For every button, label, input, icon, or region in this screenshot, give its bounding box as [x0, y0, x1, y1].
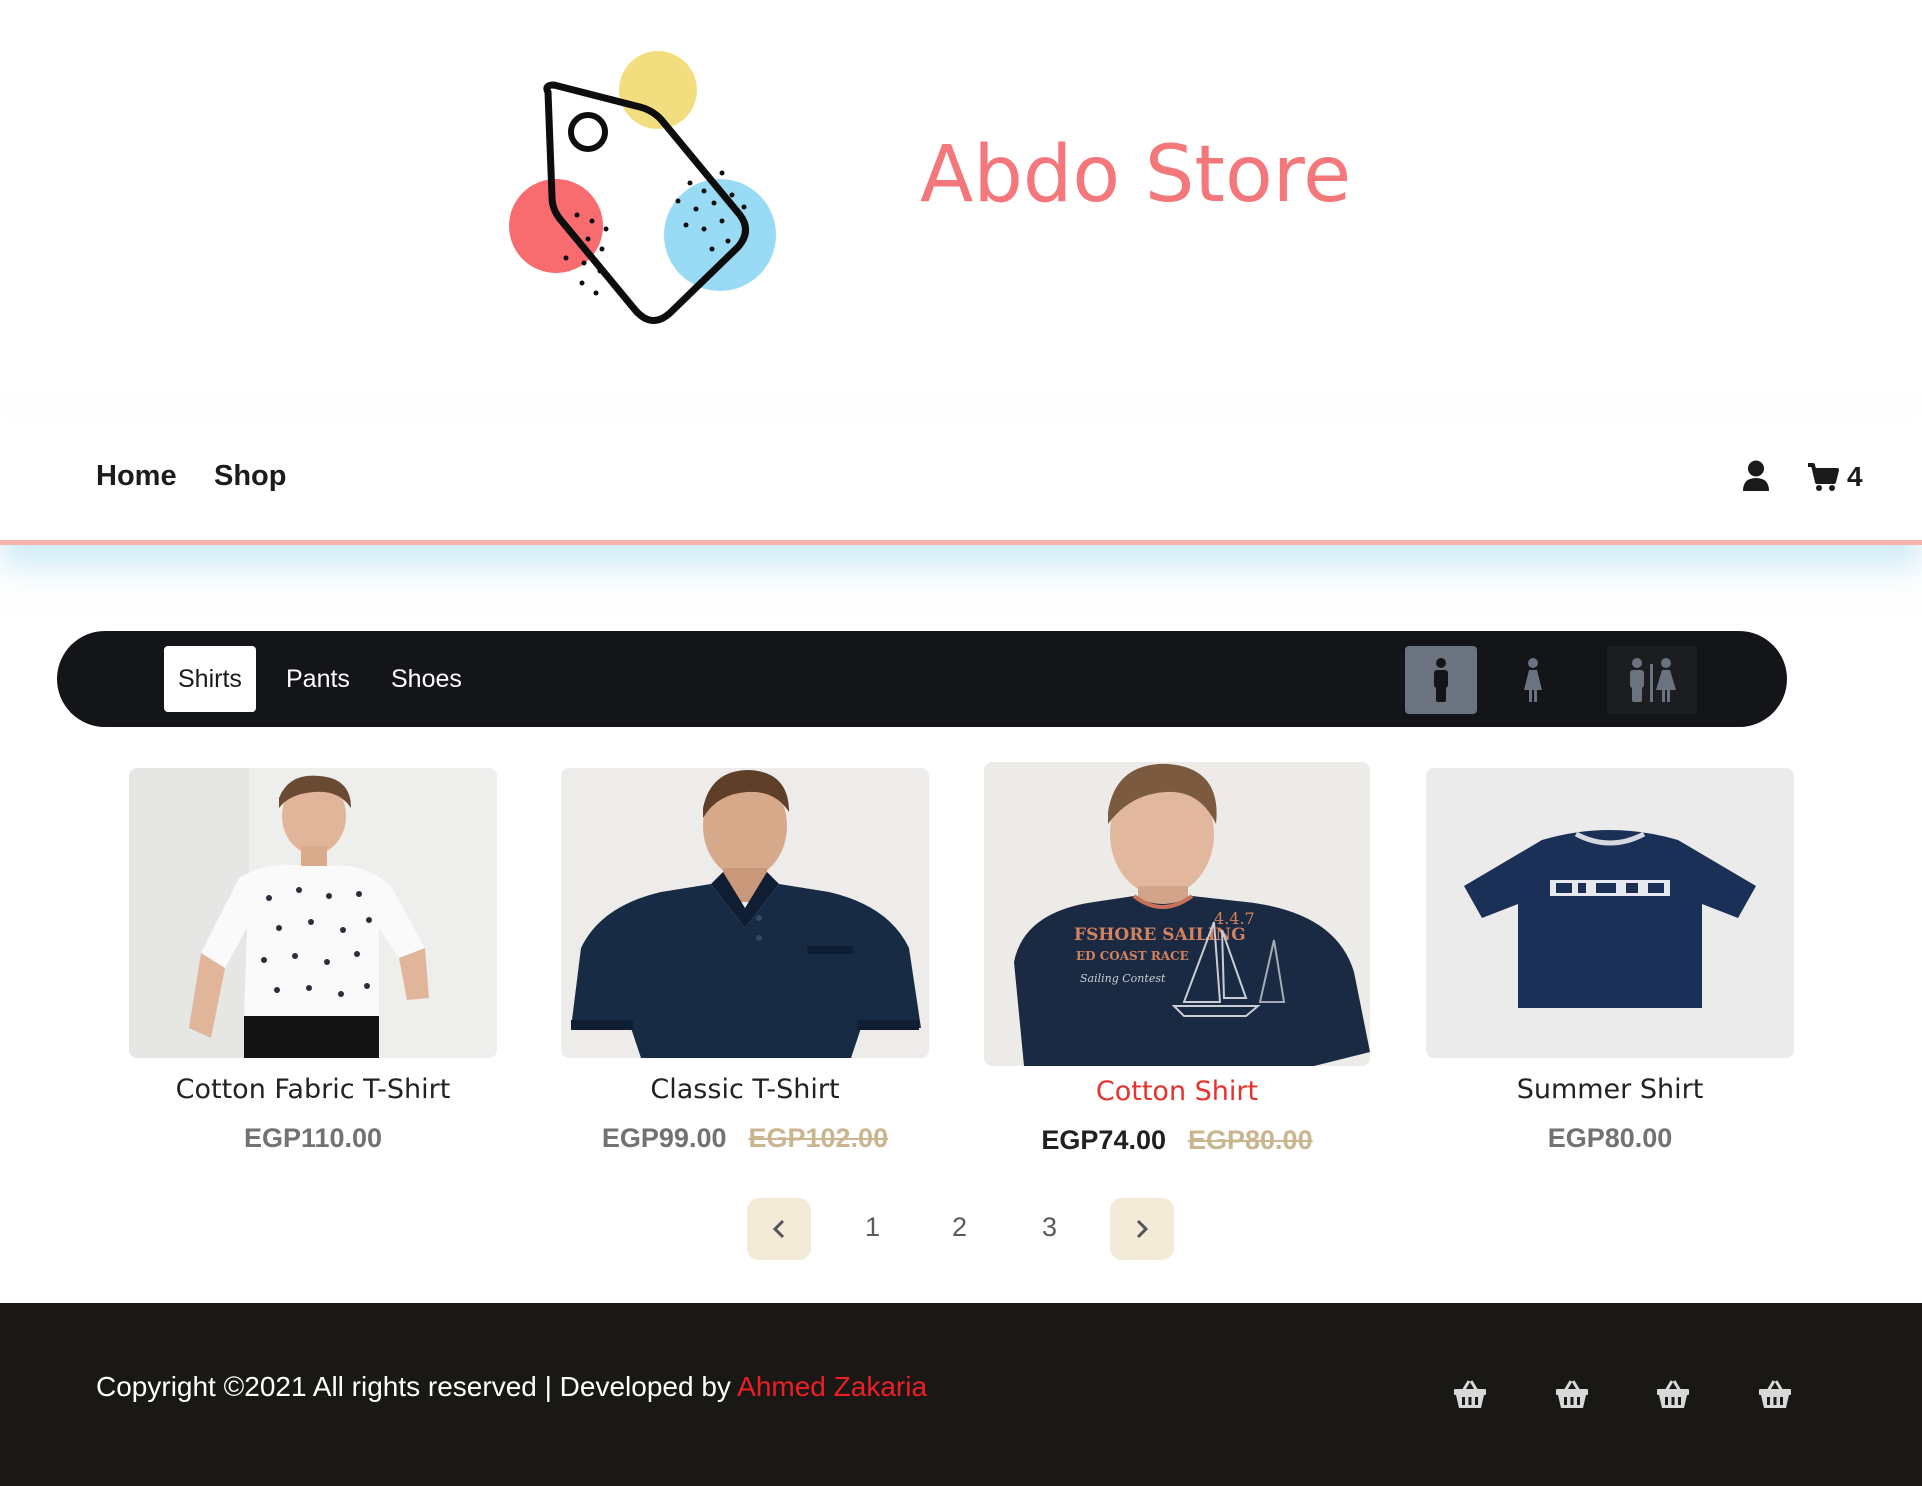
- copyright-label: Copyright ©2021 All rights reserved | De…: [96, 1371, 738, 1402]
- product-name[interactable]: Cotton Shirt: [984, 1076, 1370, 1107]
- category-shirts[interactable]: Shirts: [164, 646, 256, 712]
- basket-icon[interactable]: [1453, 1379, 1487, 1409]
- svg-text:FSHORE SAILING: FSHORE SAILING: [1074, 925, 1246, 945]
- product-card[interactable]: Classic T-Shirt EGP99.00 EGP102.00: [561, 768, 929, 1154]
- product-image[interactable]: FSHORE SAILING ED COAST RACE 4.4.7 Saili…: [984, 762, 1370, 1066]
- product-price: EGP74.00: [1041, 1125, 1166, 1155]
- product-name[interactable]: Cotton Fabric T-Shirt: [129, 1074, 497, 1105]
- site-header: Abdo Store: [0, 0, 1922, 414]
- gender-women-button[interactable]: [1497, 646, 1569, 714]
- copyright-text: Copyright ©2021 All rights reserved | De…: [96, 1371, 927, 1403]
- developer-link[interactable]: Ahmed Zakaria: [737, 1371, 927, 1402]
- product-name[interactable]: Classic T-Shirt: [561, 1074, 929, 1105]
- shopping-cart-icon: [1808, 463, 1839, 491]
- product-name[interactable]: Summer Shirt: [1426, 1074, 1794, 1105]
- nav-home-link[interactable]: Home: [96, 460, 177, 493]
- product-old-price: EGP80.00: [1188, 1125, 1313, 1155]
- basket-icon[interactable]: [1758, 1379, 1792, 1409]
- product-image[interactable]: [1426, 768, 1794, 1058]
- page-2-link[interactable]: 2: [952, 1212, 967, 1243]
- site-footer: Copyright ©2021 All rights reserved | De…: [0, 1303, 1922, 1486]
- product-image[interactable]: [561, 768, 929, 1058]
- male-icon: [1434, 658, 1448, 702]
- product-card[interactable]: FSHORE SAILING ED COAST RACE 4.4.7 Saili…: [984, 762, 1370, 1156]
- product-price: EGP99.00: [601, 1123, 727, 1153]
- gender-men-button[interactable]: [1405, 646, 1477, 714]
- pagination-next-button[interactable]: [1110, 1198, 1174, 1260]
- product-price: EGP110.00: [243, 1123, 383, 1153]
- product-image[interactable]: [129, 768, 497, 1058]
- category-shoes[interactable]: Shoes: [377, 646, 476, 712]
- user-icon[interactable]: [1741, 460, 1771, 492]
- product-old-price: EGP102.00: [748, 1123, 889, 1153]
- chevron-right-icon: [1136, 1219, 1149, 1239]
- page-1-link[interactable]: 1: [865, 1212, 880, 1243]
- price-tag-logo-icon[interactable]: [500, 45, 830, 405]
- female-icon: [1524, 658, 1542, 702]
- main-navbar: Home Shop 4: [0, 418, 1922, 545]
- cart-count-badge: 4: [1847, 461, 1863, 492]
- pagination-prev-button[interactable]: [747, 1198, 811, 1260]
- male-female-icon: [1630, 658, 1676, 702]
- product-card[interactable]: Cotton Fabric T-Shirt EGP110.00: [129, 768, 497, 1154]
- gender-all-button[interactable]: [1607, 646, 1697, 714]
- cart-button[interactable]: 4: [1807, 460, 1863, 494]
- store-name: Abdo Store: [920, 130, 1352, 220]
- product-prices: EGP80.00: [1426, 1123, 1794, 1154]
- product-prices: EGP110.00: [129, 1123, 497, 1154]
- nav-shop-link[interactable]: Shop: [214, 460, 287, 493]
- svg-text:4.4.7: 4.4.7: [1214, 909, 1255, 928]
- svg-text:ED COAST RACE: ED COAST RACE: [1076, 949, 1189, 963]
- basket-icon[interactable]: [1656, 1379, 1690, 1409]
- product-card[interactable]: Summer Shirt EGP80.00: [1426, 768, 1794, 1154]
- page-3-link[interactable]: 3: [1042, 1212, 1057, 1243]
- chevron-left-icon: [772, 1219, 785, 1239]
- product-prices: EGP99.00 EGP102.00: [561, 1123, 929, 1154]
- product-prices: EGP74.00 EGP80.00: [984, 1125, 1370, 1156]
- product-price: EGP80.00: [1547, 1123, 1673, 1153]
- category-pants[interactable]: Pants: [272, 646, 364, 712]
- svg-text:Sailing Contest: Sailing Contest: [1080, 972, 1166, 985]
- filter-bar: Shirts Pants Shoes: [57, 631, 1787, 727]
- basket-icon[interactable]: [1555, 1379, 1589, 1409]
